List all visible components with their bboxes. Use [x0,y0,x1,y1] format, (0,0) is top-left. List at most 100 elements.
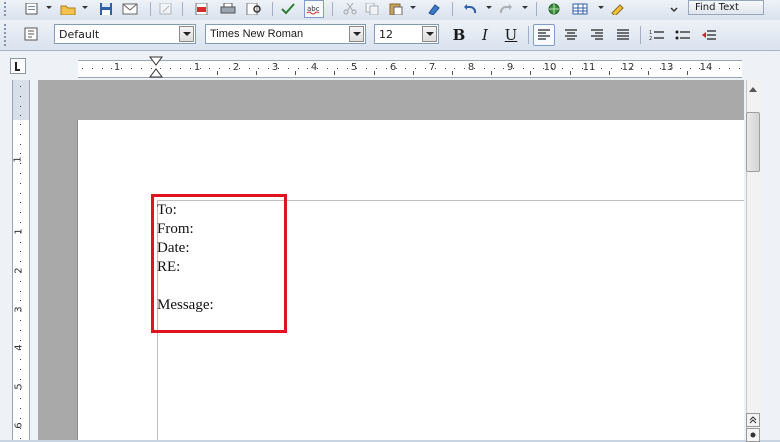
ruler-dot [20,389,21,390]
ruler-dot [709,68,710,69]
ruler-dot [20,428,21,429]
ruler-dot [82,68,83,69]
copy-icon[interactable] [362,0,382,18]
ruler-dot [20,340,21,341]
align-right-icon [591,29,603,40]
print-icon[interactable] [218,0,238,18]
ruler-dot [20,183,21,184]
export-pdf-icon[interactable] [192,0,212,18]
ruler-dot [20,291,21,292]
indent-marker-icon[interactable] [149,56,163,78]
scroll-thumb[interactable] [746,112,760,172]
chevron-down-icon[interactable] [179,26,194,42]
previous-page-icon[interactable] [746,413,760,427]
ruler-dot [729,68,730,69]
bullets-button[interactable] [672,24,694,46]
ruler-dot [415,68,416,69]
ruler-dot [650,68,651,69]
ruler-dot [435,68,436,69]
font-size-select[interactable]: 12 [374,24,439,44]
ruler-dot [464,68,465,69]
ruler-dot [20,222,21,223]
ruler-dot [229,68,230,69]
bold-button[interactable]: B [448,24,470,46]
ruler-dot [239,68,240,69]
ruler-dot [582,68,583,69]
numbered-list-icon: 12 [649,30,664,41]
ruler-dot [680,68,681,69]
ruler-dot [288,68,289,69]
cut-icon[interactable] [340,0,360,18]
ruler-dot [307,68,308,69]
page-preview-icon[interactable] [244,0,264,18]
ruler-dot [631,68,632,69]
paste-dropdown-icon[interactable] [410,6,416,9]
ruler-dot [347,68,348,69]
ruler-dot [20,359,21,360]
toolbar-overflow-icon[interactable] [664,0,684,18]
font-name-value: Times New Roman [210,28,304,40]
undo-dropdown-icon[interactable] [486,6,492,9]
paste-icon[interactable] [386,0,406,18]
ruler-number: 12 [621,62,635,73]
align-right-button[interactable] [586,24,608,46]
styles-formatting-icon[interactable] [22,25,42,43]
hyperlink-icon[interactable] [544,0,564,18]
spellcheck-icon[interactable] [278,0,298,18]
edit-file-icon[interactable] [156,0,176,18]
ruler-dot [699,68,700,69]
align-left-button[interactable] [533,24,555,46]
align-left-icon [538,29,550,40]
font-name-select[interactable]: Times New Roman [205,24,366,44]
tab-stop-selector[interactable] [10,58,26,74]
ruler-dot [209,68,210,69]
underline-button[interactable]: U [500,24,522,46]
redo-icon[interactable] [496,0,516,18]
redo-dropdown-icon[interactable] [522,6,528,9]
ruler-dot [258,68,259,69]
find-text-box[interactable]: Find Text [688,0,764,15]
table-dropdown-icon[interactable] [598,6,604,9]
draw-functions-icon[interactable] [608,0,628,18]
decrease-indent-button[interactable] [698,24,720,46]
horizontal-ruler[interactable]: 1 1 2 3 4 5 6 7 8 9 10 11 12 13 14 [78,60,742,78]
ruler-dot [20,310,21,311]
ruler-dot [20,153,21,154]
numbering-button[interactable]: 12 [646,24,668,46]
new-dropdown-icon[interactable] [46,6,52,9]
open-folder-icon[interactable] [58,0,78,18]
table-icon[interactable] [570,0,590,18]
ruler-dot [562,68,563,69]
decrease-indent-icon [702,30,716,40]
ruler-half-tick [217,71,218,75]
open-dropdown-icon[interactable] [82,6,88,9]
ruler-dot [405,68,406,69]
vertical-ruler[interactable]: 123456 [12,120,30,440]
chevron-down-icon[interactable] [422,26,437,42]
toolbar-grip[interactable] [4,24,10,46]
italic-button[interactable]: I [474,24,496,46]
ruler-number: 1 [113,62,121,73]
ruler-dot [20,398,21,399]
undo-icon[interactable] [460,0,480,18]
ruler-dot [445,68,446,69]
email-icon[interactable] [120,0,140,18]
chevron-down-icon[interactable] [349,26,364,42]
clone-formatting-icon[interactable] [424,0,444,18]
ruler-dot [543,68,544,69]
font-size-value: 12 [379,28,393,41]
justify-button[interactable] [612,24,634,46]
ruler-dot [20,418,21,419]
save-icon[interactable] [96,0,116,18]
align-center-button[interactable] [560,24,582,46]
ruler-dot [121,68,122,69]
scroll-up-icon[interactable] [746,82,760,98]
new-document-icon[interactable] [22,0,42,18]
ruler-dot [366,68,367,69]
paragraph-style-select[interactable]: Default [54,24,196,44]
ruler-dot [484,68,485,69]
ruler-number: 10 [543,62,557,73]
autospellcheck-icon[interactable]: abc [304,0,324,18]
ruler-dot [20,438,21,439]
toolbar-grip[interactable] [4,2,10,16]
